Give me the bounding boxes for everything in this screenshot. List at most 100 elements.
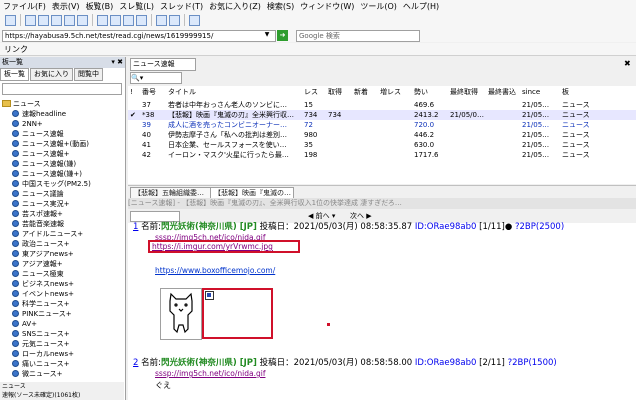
menu-threadlist[interactable]: スレ覧(L) xyxy=(116,1,157,12)
table-row[interactable]: 37 若者は中年おっさん老人のソンビに… 15 469.6 21/05… ニュース xyxy=(128,100,636,110)
menu-tools[interactable]: ツール(O) xyxy=(357,1,400,12)
cell-title: 日本企業、セールスフォースを使い… xyxy=(168,141,287,149)
column-header[interactable]: ! xyxy=(130,86,133,98)
post-number[interactable]: 1 xyxy=(133,222,138,232)
name-label: 名前: xyxy=(141,222,161,232)
favorites-icon[interactable] xyxy=(110,14,121,26)
threadlist-filter-combo[interactable]: 🔍▾ xyxy=(130,72,182,84)
highlight-box xyxy=(202,288,273,339)
column-header[interactable]: 勢い xyxy=(414,86,428,98)
search-icon[interactable] xyxy=(156,14,167,26)
board-item[interactable]: 芸能音楽速報 xyxy=(12,219,64,229)
board-item[interactable]: 芸スポ速報+ xyxy=(12,209,63,219)
board-item[interactable]: ローカルnews+ xyxy=(12,349,74,359)
pane-layout-icon[interactable] xyxy=(51,14,62,26)
cat-thumbnail-image[interactable] xyxy=(160,288,202,340)
board-item[interactable]: 科学ニュース+ xyxy=(12,299,70,309)
board-item[interactable]: 速報headline xyxy=(12,109,66,119)
board-item[interactable]: ニュース実況+ xyxy=(12,199,70,209)
be-points[interactable]: ?2BP(2500) xyxy=(515,222,564,232)
be-points[interactable]: ?2BP(1500) xyxy=(508,358,557,368)
tab-threadlist[interactable]: ニュース速報 xyxy=(130,58,196,71)
close-icon[interactable]: ✖ xyxy=(624,59,631,68)
pane-layout-icon[interactable] xyxy=(25,14,36,26)
image-viewer-icon[interactable] xyxy=(169,14,180,26)
column-header[interactable]: タイトル xyxy=(168,86,196,98)
menu-favorites[interactable]: お気に入り(Z) xyxy=(206,1,264,12)
write-icon[interactable] xyxy=(189,14,200,26)
column-header[interactable]: 板 xyxy=(562,86,569,98)
tab-favorites[interactable]: お気に入り xyxy=(30,68,73,81)
board-item[interactable]: ニュース速報(嫌) xyxy=(12,159,76,169)
column-header[interactable]: 最終取得 xyxy=(450,86,478,98)
search-input[interactable]: Google 検索 xyxy=(296,30,420,42)
board-item[interactable]: ニュース極東 xyxy=(12,269,64,279)
board-item[interactable]: 2NN+ xyxy=(12,119,43,129)
board-item[interactable]: 東アジアnews+ xyxy=(12,249,74,259)
table-row[interactable]: 41 日本企業、セールスフォースを使い… 35 630.0 21/05… ニュース xyxy=(128,140,636,150)
menu-help[interactable]: ヘルプ(H) xyxy=(400,1,442,12)
thread-list: ! 番号 タイトル レス 取得 新着 増レス 勢い 最終取得 最終書込 since 板 37 若者は中年お… xyxy=(128,86,636,184)
column-header[interactable]: 番号 xyxy=(142,86,156,98)
table-row[interactable]: 39 成人に酒を売ったコンビニオーナー… 72 720.0 21/05… ニュース xyxy=(128,120,636,130)
column-header[interactable]: 最終書込 xyxy=(488,86,516,98)
online-icon[interactable] xyxy=(5,14,16,26)
board-item[interactable]: アジア速報+ xyxy=(12,259,63,269)
board-icon xyxy=(12,350,19,357)
board-icon xyxy=(12,330,19,337)
board-item[interactable]: AV+ xyxy=(12,319,37,329)
board-filter-combo[interactable] xyxy=(2,83,122,95)
board-item[interactable]: アイドルニュース+ xyxy=(12,229,83,239)
board-item[interactable]: ニュース速報 xyxy=(12,129,64,139)
external-link[interactable]: https://www.boxofficemojo.com/ xyxy=(155,266,275,276)
icon-link[interactable]: sssp://img5ch.net/ico/nida.gif xyxy=(155,369,265,379)
thread-list-icon[interactable] xyxy=(123,14,134,26)
column-header[interactable]: 増レス xyxy=(380,86,401,98)
column-header[interactable]: since xyxy=(522,86,540,98)
column-header[interactable]: 新着 xyxy=(354,86,368,98)
column-header[interactable]: レス xyxy=(304,86,318,98)
board-label: 芸スポ速報+ xyxy=(22,210,63,218)
poster-id[interactable]: ID:ORae98ab0 xyxy=(415,358,477,368)
board-item[interactable]: PINKニュース+ xyxy=(12,309,72,319)
board-item[interactable]: ニュース議論 xyxy=(12,189,64,199)
board-item[interactable]: ニュース速報(嫌+) xyxy=(12,169,82,179)
menu-search[interactable]: 検索(S) xyxy=(264,1,297,12)
window-icon[interactable] xyxy=(136,14,147,26)
table-row[interactable]: 40 伊勢志摩子さん「私への批判は差別… 980 446.2 21/05… ニュース xyxy=(128,130,636,140)
menu-boards[interactable]: 板覧(B) xyxy=(83,1,117,12)
table-row[interactable]: 42 イーロン・マスク'火星に行ったら最… 198 1717.6 21/05… ニュース xyxy=(128,150,636,160)
prev-button[interactable]: ◀ 前へ ▾ xyxy=(308,211,335,221)
poster-id[interactable]: ID:ORae98ab0 xyxy=(415,222,477,232)
pane-layout-icon[interactable] xyxy=(64,14,75,26)
menu-window[interactable]: ウィンドウ(W) xyxy=(297,1,357,12)
board-item[interactable]: ビジネスnews+ xyxy=(12,279,74,289)
chevron-down-icon[interactable]: ▼ xyxy=(262,30,272,40)
board-item[interactable]: 痛いニュース+ xyxy=(12,359,70,369)
go-arrow-icon[interactable]: ➜ xyxy=(277,30,288,41)
board-item[interactable]: 元気ニュース+ xyxy=(12,339,70,349)
post-number[interactable]: 2 xyxy=(133,358,138,368)
board-item[interactable]: ニュース速報+ xyxy=(12,149,70,159)
pane-layout-icon[interactable] xyxy=(77,14,88,26)
thread-search-combo[interactable] xyxy=(130,211,180,222)
board-item[interactable]: 微ニュース+ xyxy=(12,369,63,379)
column-header[interactable]: 取得 xyxy=(328,86,342,98)
menu-file[interactable]: ファイル(F) xyxy=(0,1,49,12)
board-item[interactable]: イベントnews+ xyxy=(12,289,74,299)
pane-layout-icon[interactable] xyxy=(38,14,49,26)
next-button[interactable]: 次へ ▶ xyxy=(350,211,372,221)
menu-thread[interactable]: スレッド(T) xyxy=(157,1,206,12)
board-item[interactable]: SNSニュース+ xyxy=(12,329,70,339)
board-item[interactable]: 中国スモッグ(PM2.5) xyxy=(12,179,91,189)
board-item[interactable]: ニュース速報+(動画) xyxy=(12,139,89,149)
url-field[interactable]: https://hayabusa9.5ch.net/test/read.cgi/… xyxy=(2,30,276,42)
board-category[interactable]: ニュース xyxy=(2,99,41,109)
pane-close-icon[interactable]: ▾ ✖ xyxy=(111,57,123,68)
tab-browsing[interactable]: 閲覧中 xyxy=(74,68,103,81)
board-item[interactable]: 政治ニュース+ xyxy=(12,239,70,249)
board-list-icon[interactable] xyxy=(97,14,108,26)
menu-view[interactable]: 表示(V) xyxy=(49,1,83,12)
table-row[interactable]: ✔ *38 【悲報】映画『鬼滅の刃』全米興行収… 734 734 2413.2 21/05/… xyxy=(128,110,636,120)
tab-boards[interactable]: 板一覧 xyxy=(0,68,29,81)
